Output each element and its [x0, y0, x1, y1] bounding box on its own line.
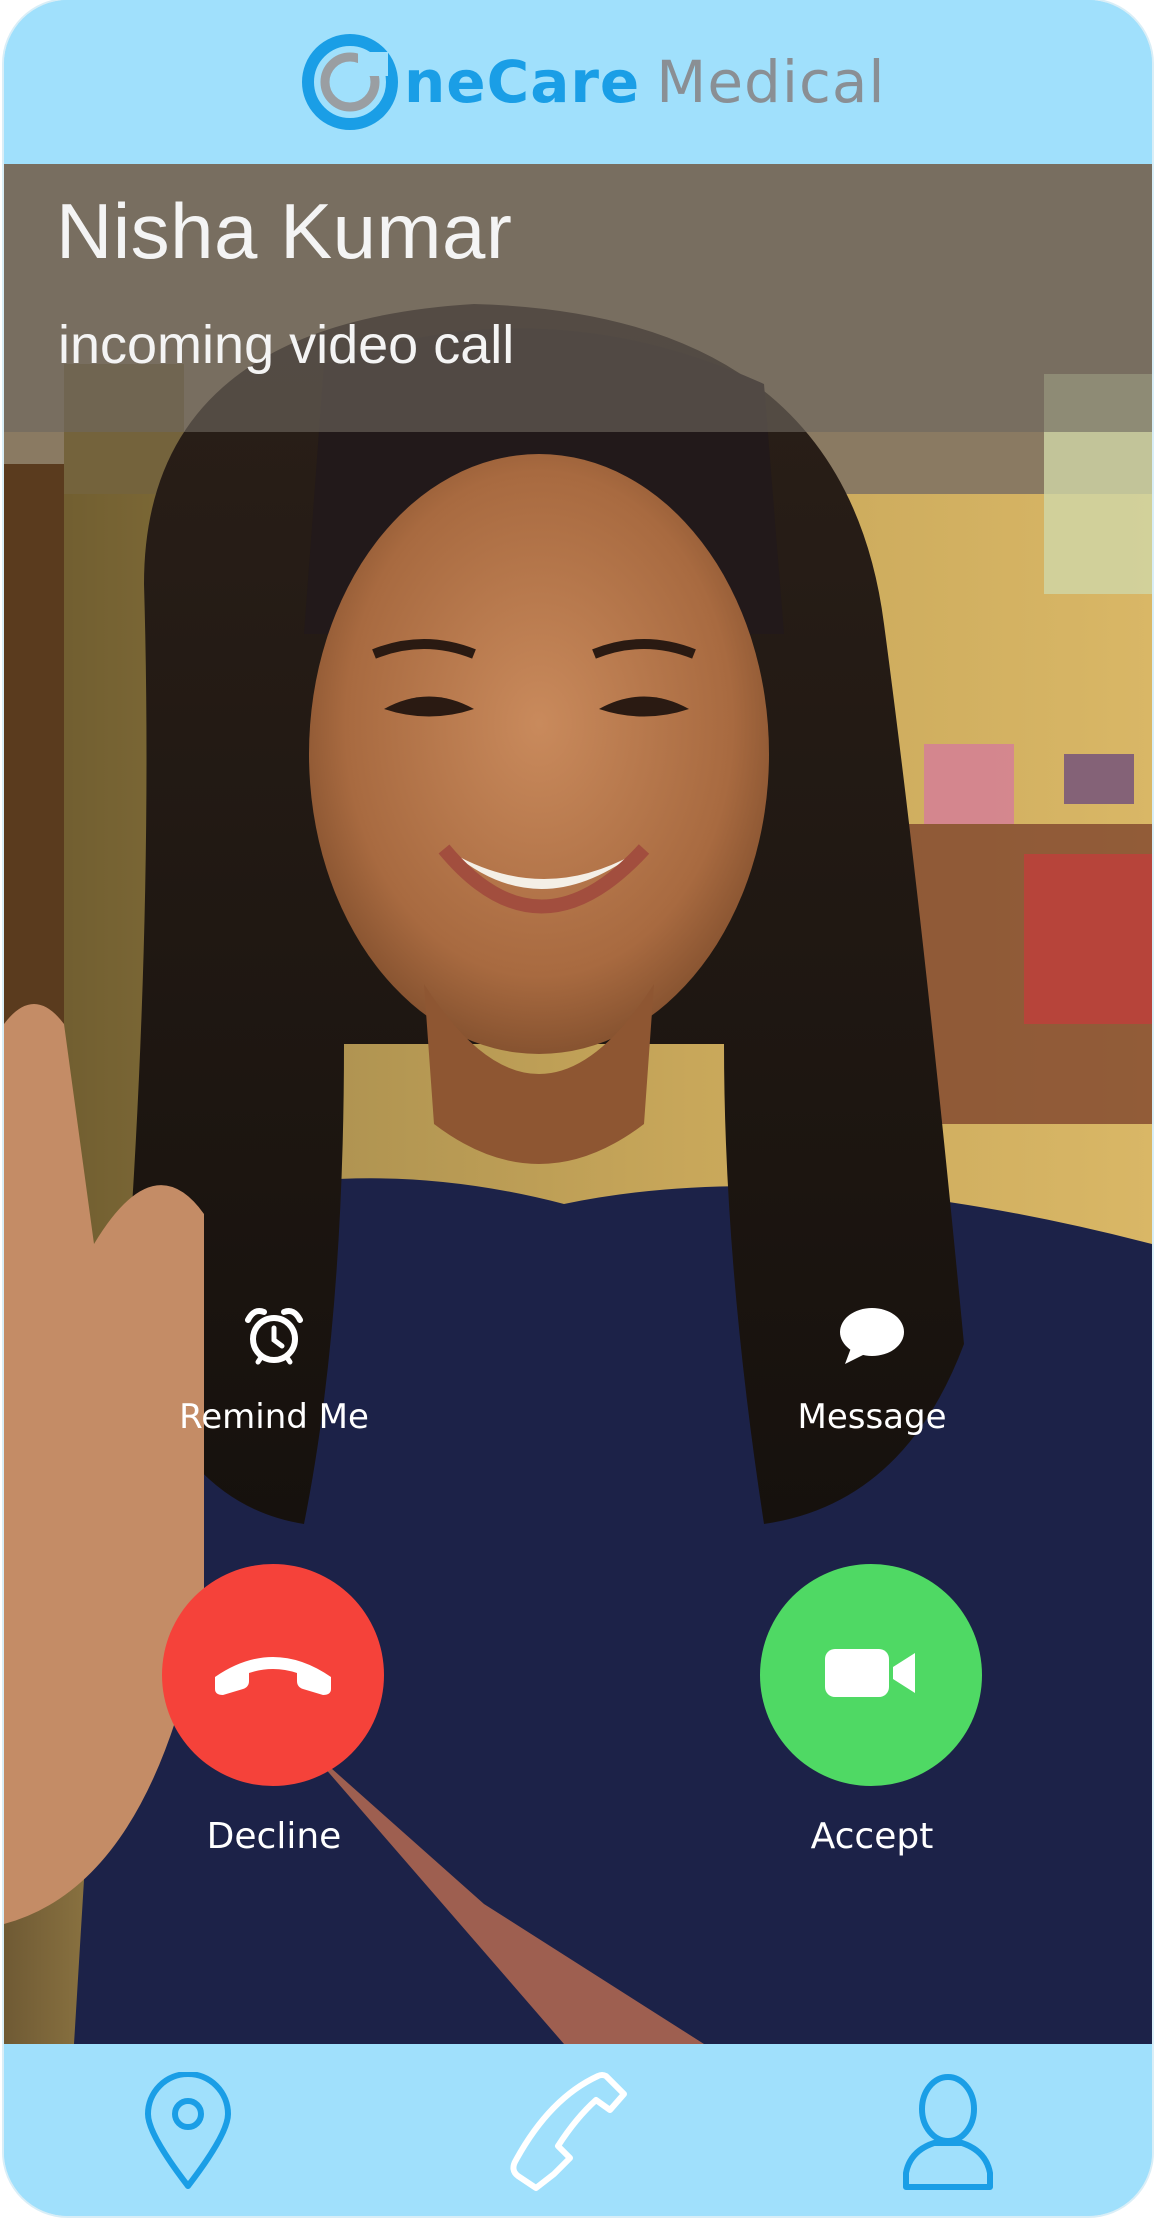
hang-up-phone-icon — [211, 1643, 335, 1707]
decline-button[interactable] — [162, 1564, 384, 1786]
bottom-navigation — [4, 2044, 1152, 2216]
video-camera-icon — [821, 1643, 921, 1707]
caller-name: Nisha Kumar — [56, 187, 513, 275]
phone-frame: neCare Medical Nisha Kumar incoming vide… — [4, 0, 1152, 2216]
brand-name-part2: Medical — [656, 48, 886, 116]
caller-video-image — [4, 164, 1152, 2044]
decline-label: Decline — [206, 1816, 342, 1857]
brand-name-part1: neCare — [404, 48, 641, 116]
app-header: neCare Medical — [4, 0, 1152, 164]
nav-profile[interactable] — [878, 2064, 1018, 2204]
accept-label: Accept — [810, 1816, 934, 1857]
message-label: Message — [797, 1397, 947, 1437]
nav-call[interactable] — [498, 2064, 638, 2204]
caller-info-banner: Nisha Kumar incoming video call — [4, 164, 1152, 432]
remind-me-button[interactable]: Remind Me — [124, 1304, 424, 1437]
accept-button[interactable] — [760, 1564, 982, 1786]
video-feed: Nisha Kumar incoming video call Remind M… — [4, 164, 1152, 2044]
brand-logo: neCare Medical — [300, 30, 885, 134]
phone-icon — [506, 2070, 630, 2198]
alarm-clock-icon — [124, 1304, 424, 1377]
onecare-o-logo-icon — [300, 32, 400, 132]
call-status: incoming video call — [58, 315, 515, 375]
remind-me-label: Remind Me — [179, 1397, 369, 1437]
user-profile-icon — [900, 2073, 996, 2195]
message-button[interactable]: Message — [722, 1304, 1022, 1437]
nav-location[interactable] — [118, 2064, 258, 2204]
speech-bubble-icon — [722, 1304, 1022, 1377]
location-pin-icon — [140, 2071, 236, 2196]
